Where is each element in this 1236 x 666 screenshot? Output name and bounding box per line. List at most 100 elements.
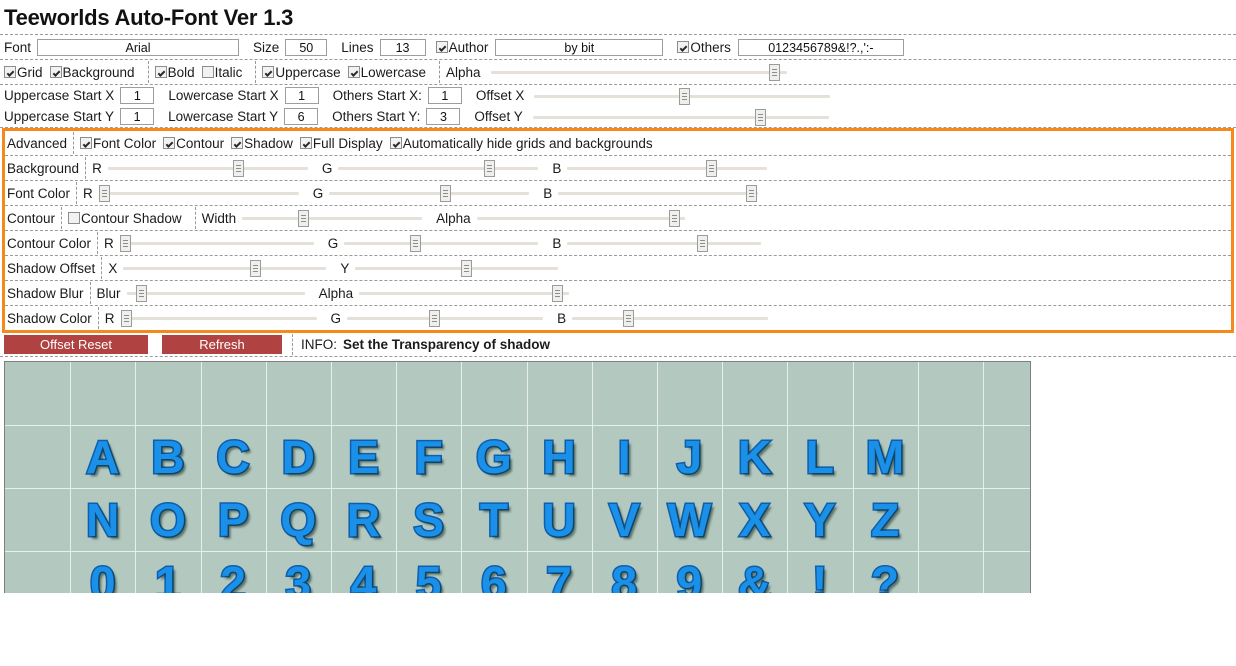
font-preview-grid[interactable]: A B C D E F G H I J K L M N O P Q R S T U V W X Y Z 0 1 2 3 4 5 6 7 8 9 &!?: [4, 361, 1031, 593]
glyph-cell[interactable]: E: [331, 425, 396, 488]
contour-width-slider[interactable]: [242, 209, 423, 227]
slider-thumb[interactable]: [679, 87, 691, 105]
glyph-cell[interactable]: P: [201, 488, 266, 551]
contour-checkbox[interactable]: Contour: [163, 136, 224, 151]
lowercase-start-y-input[interactable]: 6: [284, 108, 319, 125]
grid-checkbox[interactable]: Grid: [4, 65, 43, 80]
font-input[interactable]: Arial: [37, 38, 240, 56]
font-color-b-slider[interactable]: [558, 184, 759, 202]
slider-thumb[interactable]: [440, 185, 452, 202]
glyph-cell[interactable]: V: [592, 488, 657, 551]
glyph-cell[interactable]: T: [461, 488, 526, 551]
slider-thumb[interactable]: [552, 285, 564, 302]
font-color-r-slider[interactable]: [98, 184, 299, 202]
glyph-cell[interactable]: Y: [787, 488, 852, 551]
offset-reset-button[interactable]: Offset Reset: [4, 335, 148, 354]
slider-thumb[interactable]: [135, 285, 147, 302]
font-color-checkbox[interactable]: Font Color: [80, 136, 156, 151]
slider-thumb[interactable]: [461, 260, 473, 277]
offset-y-slider[interactable]: [532, 108, 829, 126]
glyph-cell[interactable]: 6: [461, 551, 526, 593]
background-g-slider[interactable]: [338, 159, 539, 177]
glyph-cell[interactable]: H: [527, 425, 592, 488]
uppercase-start-y-input[interactable]: 1: [120, 108, 155, 125]
slider-thumb[interactable]: [119, 235, 131, 252]
slider-thumb[interactable]: [250, 260, 262, 277]
glyph-cell[interactable]: U: [527, 488, 592, 551]
slider-thumb[interactable]: [298, 210, 310, 227]
glyph-cell[interactable]: I: [592, 425, 657, 488]
glyph-cell[interactable]: S: [396, 488, 461, 551]
full-display-checkbox[interactable]: Full Display: [299, 136, 383, 151]
shadow-checkbox[interactable]: Shadow: [231, 136, 293, 151]
slider-thumb[interactable]: [697, 235, 709, 252]
glyph-cell[interactable]: B: [135, 425, 200, 488]
contour-alpha-slider[interactable]: [476, 209, 685, 227]
background-r-slider[interactable]: [107, 159, 308, 177]
glyph-cell[interactable]: 1: [135, 551, 200, 593]
slider-thumb[interactable]: [668, 210, 680, 227]
slider-thumb[interactable]: [120, 310, 132, 327]
glyph-cell[interactable]: D: [266, 425, 331, 488]
refresh-button[interactable]: Refresh: [162, 335, 282, 354]
glyph-cell[interactable]: J: [657, 425, 722, 488]
font-color-g-slider[interactable]: [329, 184, 530, 202]
glyph-cell[interactable]: Z: [852, 488, 917, 551]
slider-thumb[interactable]: [98, 185, 110, 202]
glyph-cell[interactable]: O: [135, 488, 200, 551]
glyph-cell[interactable]: 4: [331, 551, 396, 593]
lowercase-checkbox[interactable]: Lowercase: [347, 65, 426, 80]
glyph-cell[interactable]: F: [396, 425, 461, 488]
glyph-cell[interactable]: 3: [266, 551, 331, 593]
glyph-cell[interactable]: W: [657, 488, 722, 551]
glyph-cell[interactable]: 8: [592, 551, 657, 593]
contour-color-g-slider[interactable]: [344, 234, 539, 252]
shadow-offset-y-slider[interactable]: [355, 259, 559, 277]
glyph-cell[interactable]: ?: [852, 551, 917, 593]
slider-thumb[interactable]: [429, 310, 441, 327]
glyph-cell[interactable]: 9: [657, 551, 722, 593]
slider-thumb[interactable]: [484, 160, 496, 177]
glyph-cell[interactable]: !: [787, 551, 852, 593]
glyph-cell[interactable]: Q: [266, 488, 331, 551]
author-checkbox[interactable]: Author: [435, 40, 488, 55]
shadow-offset-x-slider[interactable]: [123, 259, 327, 277]
glyph-cell[interactable]: N: [70, 488, 135, 551]
glyph-cell[interactable]: X: [722, 488, 787, 551]
contour-color-b-slider[interactable]: [567, 234, 762, 252]
glyph-cell[interactable]: M: [852, 425, 917, 488]
author-input[interactable]: by bit: [495, 38, 664, 56]
lowercase-start-x-input[interactable]: 1: [284, 87, 319, 104]
others-checkbox[interactable]: Others: [677, 40, 731, 55]
others-input[interactable]: 0123456789&!?.,':-: [737, 38, 904, 56]
glyph-cell[interactable]: 5: [396, 551, 461, 593]
slider-thumb[interactable]: [754, 108, 766, 126]
glyph-cell[interactable]: L: [787, 425, 852, 488]
alpha-slider[interactable]: [490, 63, 787, 81]
glyph-cell[interactable]: K: [722, 425, 787, 488]
others-start-y-input[interactable]: 3: [426, 108, 461, 125]
shadow-color-b-slider[interactable]: [572, 309, 769, 327]
lines-input[interactable]: 13: [379, 38, 426, 56]
slider-thumb[interactable]: [232, 160, 244, 177]
slider-thumb[interactable]: [768, 64, 780, 81]
shadow-blur-slider[interactable]: [126, 284, 305, 302]
uppercase-checkbox[interactable]: Uppercase: [262, 65, 341, 80]
glyph-cell[interactable]: &: [722, 551, 787, 593]
contour-shadow-checkbox[interactable]: Contour Shadow: [68, 211, 182, 226]
auto-hide-checkbox[interactable]: Automatically hide grids and backgrounds: [389, 136, 653, 151]
glyph-cell[interactable]: R: [331, 488, 396, 551]
slider-thumb[interactable]: [410, 235, 422, 252]
size-input[interactable]: 50: [285, 38, 328, 56]
slider-thumb[interactable]: [623, 310, 635, 327]
uppercase-start-x-input[interactable]: 1: [120, 87, 155, 104]
glyph-cell[interactable]: 0: [70, 551, 135, 593]
background-checkbox[interactable]: Background: [49, 65, 135, 80]
background-b-slider[interactable]: [567, 159, 768, 177]
slider-thumb[interactable]: [746, 185, 758, 202]
bold-checkbox[interactable]: Bold: [154, 65, 195, 80]
glyph-cell[interactable]: A: [70, 425, 135, 488]
shadow-color-g-slider[interactable]: [347, 309, 544, 327]
offset-x-slider[interactable]: [534, 87, 831, 105]
others-start-x-input[interactable]: 1: [427, 87, 462, 104]
